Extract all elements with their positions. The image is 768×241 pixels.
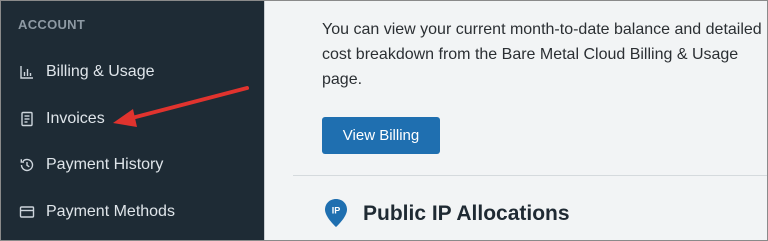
section-heading: Public IP Allocations [363,202,570,225]
sidebar: ACCOUNT Billing & Usage Invoices Payment… [1,1,264,240]
main-content: You can view your current month-to-date … [265,1,767,240]
sidebar-item-billing-usage[interactable]: Billing & Usage [18,59,155,85]
sidebar-item-label: Invoices [46,110,105,127]
ip-badge-text: IP [332,206,341,216]
section-divider [293,175,767,176]
sidebar-item-label: Payment Methods [46,203,175,220]
billing-description: You can view your current month-to-date … [322,21,762,88]
sidebar-item-label: Payment History [46,156,164,173]
screenshot-frame: ACCOUNT Billing & Usage Invoices Payment… [0,0,768,241]
sidebar-item-invoices[interactable]: Invoices [18,106,105,132]
credit-card-icon [18,203,36,221]
sidebar-item-label: Billing & Usage [46,63,155,80]
ip-location-icon: IP [325,199,347,227]
view-billing-button[interactable]: View Billing [322,117,440,154]
history-icon [18,156,36,174]
bar-chart-icon [18,63,36,81]
sidebar-item-payment-history[interactable]: Payment History [18,152,163,178]
sidebar-section-title: ACCOUNT [18,17,86,32]
sidebar-item-payment-methods[interactable]: Payment Methods [18,199,175,225]
invoice-icon [18,110,36,128]
